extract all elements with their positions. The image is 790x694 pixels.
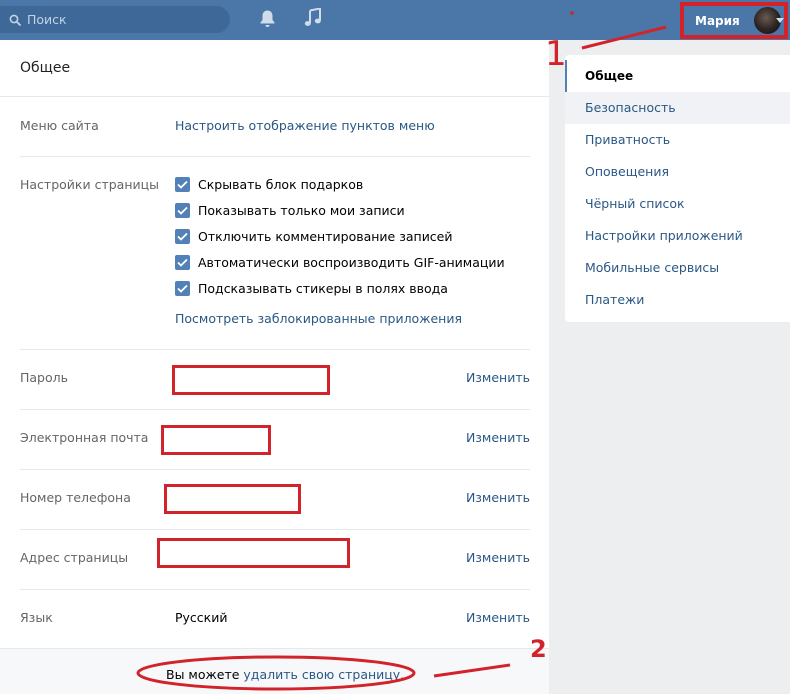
annotation-marker-2: 2 <box>530 635 547 663</box>
annotation-marker-1: 1 <box>545 34 567 74</box>
annotation-overlay <box>136 11 667 691</box>
